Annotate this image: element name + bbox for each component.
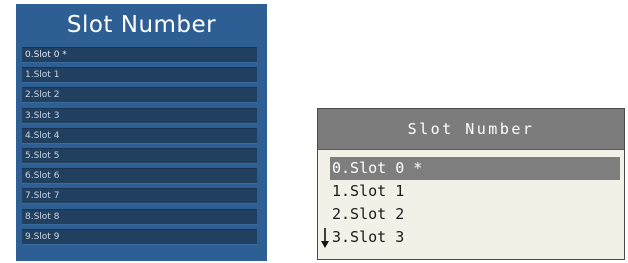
lcd-slot-item-1[interactable]: 1.Slot 1 <box>330 180 620 203</box>
blue-slot-list: 0.Slot 0 * 1.Slot 1 2.Slot 2 3.Slot 3 4.… <box>22 47 257 249</box>
blue-slot-item-1[interactable]: 1.Slot 1 <box>22 67 257 84</box>
blue-slot-item-2[interactable]: 2.Slot 2 <box>22 87 257 104</box>
lcd-slot-item-0[interactable]: 0.Slot 0 * <box>330 157 620 180</box>
blue-slot-item-0[interactable]: 0.Slot 0 * <box>22 47 257 63</box>
blue-slot-item-7[interactable]: 7.Slot 7 <box>22 188 257 205</box>
blue-slot-item-4[interactable]: 4.Slot 4 <box>22 127 257 144</box>
blue-slot-item-8[interactable]: 8.Slot 8 <box>22 208 257 225</box>
blue-slot-item-9[interactable]: 9.Slot 9 <box>22 228 257 245</box>
blue-slot-menu: Slot Number 0.Slot 0 * 1.Slot 1 2.Slot 2… <box>16 4 267 261</box>
blue-slot-item-3[interactable]: 3.Slot 3 <box>22 107 257 124</box>
lcd-menu-header: Slot Number <box>318 109 624 150</box>
blue-menu-title: Slot Number <box>66 12 217 38</box>
lcd-menu-title: Slot Number <box>407 120 535 138</box>
lcd-slot-item-3[interactable]: 3.Slot 3 <box>330 226 620 249</box>
blue-slot-item-5[interactable]: 5.Slot 5 <box>22 147 257 164</box>
arrow-down-icon <box>321 228 329 248</box>
lcd-slot-menu: Slot Number 0.Slot 0 * 1.Slot 1 2.Slot 2… <box>317 108 625 260</box>
blue-slot-item-6[interactable]: 6.Slot 6 <box>22 168 257 185</box>
lcd-slot-item-2[interactable]: 2.Slot 2 <box>330 203 620 226</box>
lcd-slot-list: 0.Slot 0 * 1.Slot 1 2.Slot 2 3.Slot 3 <box>330 157 620 249</box>
